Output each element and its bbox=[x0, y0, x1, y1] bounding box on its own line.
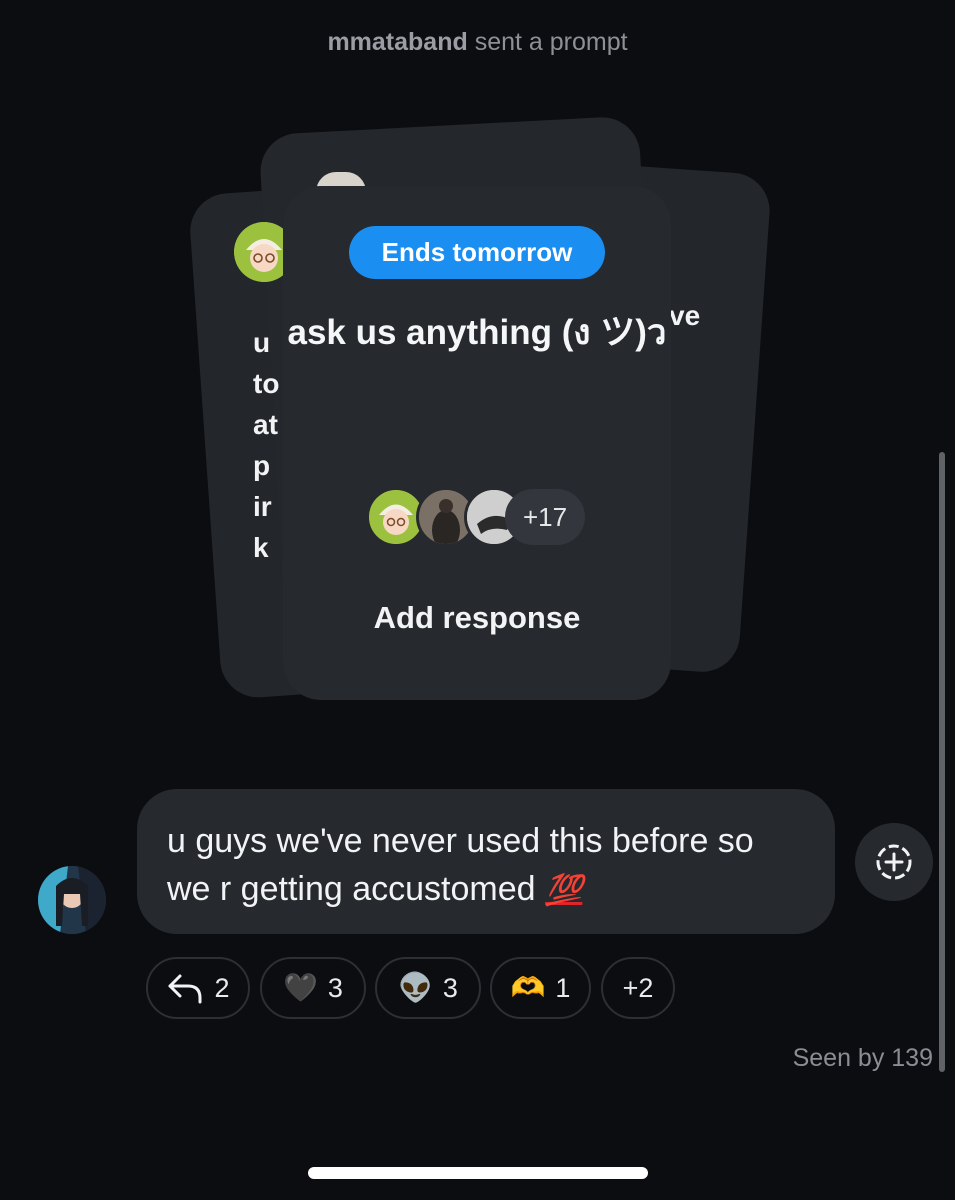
sender-username[interactable]: mmataband bbox=[327, 28, 467, 56]
reaction-count: 3 bbox=[327, 972, 343, 1003]
scrollbar[interactable] bbox=[939, 452, 945, 1072]
heart-hands-icon: 🫶 bbox=[510, 971, 546, 1004]
reply-count: 2 bbox=[214, 972, 230, 1003]
system-action: sent a prompt bbox=[474, 28, 628, 56]
message-bubble[interactable]: u guys we've never used this before so w… bbox=[137, 789, 835, 934]
hundred-points-emoji: 💯 bbox=[544, 874, 583, 907]
ends-tomorrow-badge: Ends tomorrow bbox=[349, 226, 605, 279]
system-message: mmataband sent a prompt bbox=[0, 28, 955, 57]
reaction-pill-alien[interactable]: 👽 3 bbox=[375, 957, 481, 1019]
home-indicator[interactable] bbox=[308, 1167, 648, 1179]
reaction-pill-heart-hands[interactable]: 🫶 1 bbox=[490, 957, 591, 1019]
add-circle-dashed-icon bbox=[876, 844, 912, 880]
black-heart-icon: 🖤 bbox=[283, 971, 318, 1004]
reaction-count: 1 bbox=[555, 972, 571, 1003]
more-responders-count[interactable]: +17 bbox=[505, 489, 585, 545]
reply-count-pill[interactable]: 2 bbox=[146, 957, 250, 1019]
reply-arrow-icon bbox=[168, 974, 202, 1004]
prompt-title: ask us anything (ง ツ)ว bbox=[287, 313, 667, 352]
reaction-count: 3 bbox=[442, 972, 458, 1003]
reaction-pill-black-heart[interactable]: 🖤 3 bbox=[260, 957, 366, 1019]
sender-avatar[interactable] bbox=[38, 866, 106, 934]
back-card-text-right: ve bbox=[669, 300, 701, 331]
seen-by-count[interactable]: Seen by 139 bbox=[793, 1044, 933, 1073]
more-reactions-label: +2 bbox=[622, 972, 654, 1003]
message-text: u guys we've never used this before so w… bbox=[167, 822, 754, 908]
more-reactions-pill[interactable]: +2 bbox=[601, 957, 675, 1019]
alien-icon: 👽 bbox=[398, 971, 433, 1004]
add-response-button[interactable]: Add response bbox=[283, 600, 671, 636]
add-reaction-button[interactable] bbox=[855, 823, 933, 901]
back-card-text-left: u to at p ir k bbox=[253, 327, 280, 563]
